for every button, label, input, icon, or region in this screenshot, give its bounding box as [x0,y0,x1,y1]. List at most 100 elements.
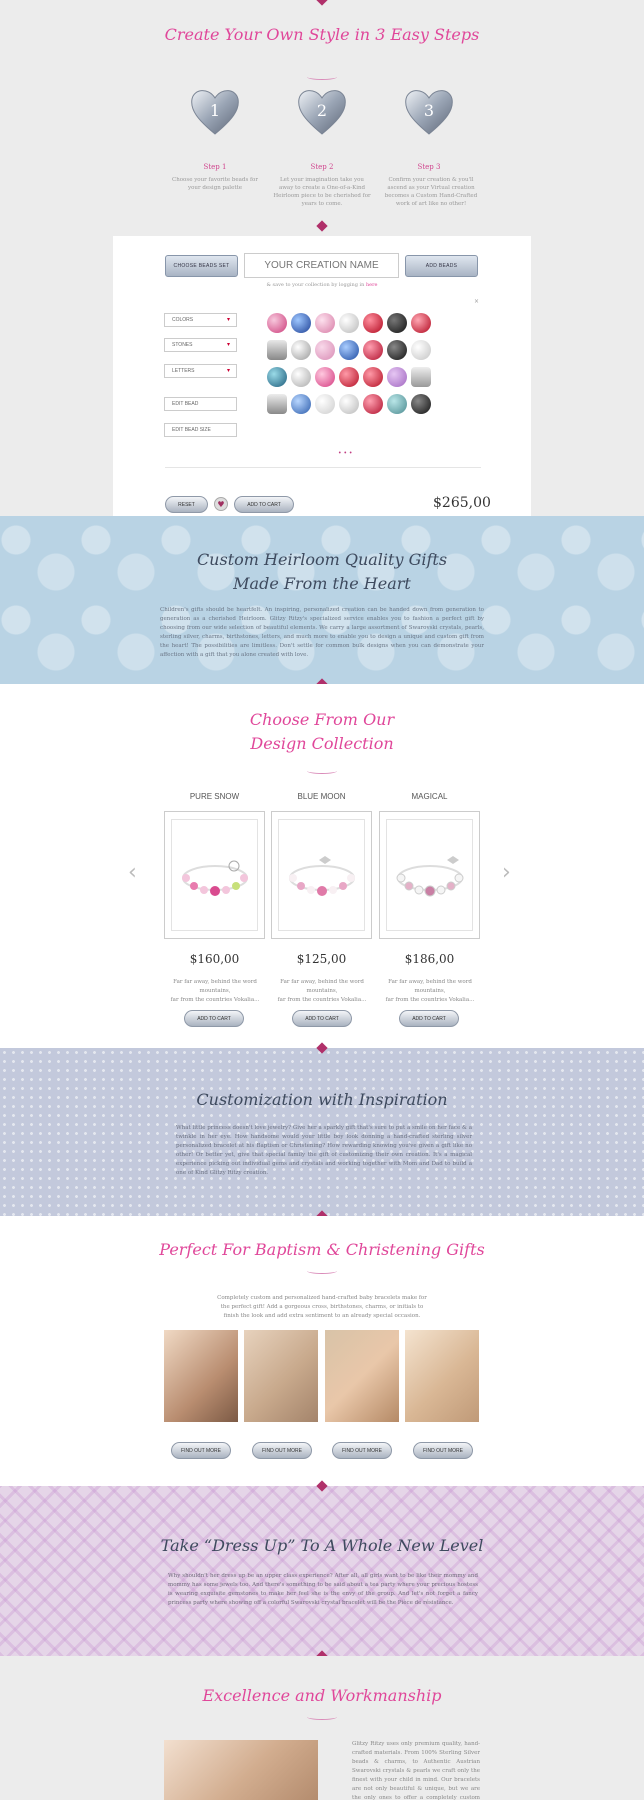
bead-item[interactable] [363,340,383,360]
collection-swirl [307,768,337,774]
bead-item[interactable] [411,367,431,387]
bead-item[interactable] [315,340,335,360]
bead-item[interactable] [339,367,359,387]
baptism-section: Perfect For Baptism & Christening Gifts … [0,1216,644,1486]
heirloom-body: Children's gifts should be heartfelt. An… [160,607,484,658]
palette-pager-dots[interactable]: • • • [338,450,352,457]
step-1-text: Choose your favorite beads for your desi… [172,177,258,191]
heirloom-section: Custom Heirloom Quality Gifts Made From … [0,516,644,690]
carousel-next-arrow-icon[interactable]: › [502,860,511,885]
bracelet-image [278,819,365,931]
letters-select[interactable]: LETTERS ▾ [164,364,237,378]
baby-photo-3 [325,1330,399,1422]
bead-item[interactable] [387,394,407,414]
edit-bead-label: EDIT BEAD [172,401,199,407]
product-desc-line: Far far away, behind the word mountains, [280,979,364,994]
chevron-down-icon: ▾ [226,342,230,348]
steps-title: Create Your Own Style in 3 Easy Steps [164,25,480,44]
find-out-more-button-3[interactable]: FIND OUT MORE [332,1442,392,1459]
bead-item[interactable] [339,394,359,414]
bead-item[interactable] [267,367,287,387]
inspiration-body: What little princess doesn't love jewelr… [176,1125,472,1176]
heart-favorite-icon[interactable]: ♥ [214,497,228,511]
find-out-more-button-2[interactable]: FIND OUT MORE [252,1442,312,1459]
login-note-text: & save to your collection by logging in [266,282,365,288]
product-card-1[interactable] [164,811,265,939]
bead-item[interactable] [339,340,359,360]
bead-item[interactable] [411,340,431,360]
bead-item[interactable] [339,313,359,333]
carousel-prev-arrow-icon[interactable]: ‹ [128,860,137,885]
step-3-title: Step 3 [417,163,441,171]
bead-item[interactable] [363,313,383,333]
heirloom-title-line1: Custom Heirloom Quality Gifts [196,550,448,569]
collection-title-line1: Choose From Our [249,710,395,729]
bead-item[interactable] [291,313,311,333]
bead-item[interactable] [363,367,383,387]
product-card-2[interactable] [271,811,372,939]
dressup-section: Take “Dress Up” To A Whole New Level Why… [0,1480,644,1662]
login-link[interactable]: here [366,282,378,288]
close-dot-icon[interactable]: × [474,298,479,305]
edit-bead-size-field[interactable]: EDIT BEAD SIZE [164,423,237,437]
product-price-2: $125,00 [296,952,347,966]
bead-item[interactable] [267,394,287,414]
step-3-heart-icon: 3 [402,84,456,135]
add-to-cart-button-2[interactable]: ADD TO CART [292,1010,352,1027]
workmanship-body: Glitzy Ritzy uses only premium quality, … [352,1741,480,1800]
bead-item[interactable] [267,313,287,333]
bead-item[interactable] [315,313,335,333]
product-price-3: $186,00 [404,952,455,966]
bead-item[interactable] [315,394,335,414]
bead-item[interactable] [387,367,407,387]
bead-item[interactable] [411,313,431,333]
colors-select[interactable]: COLORS ▾ [164,313,237,327]
add-beads-button[interactable]: ADD BEADS [405,255,478,277]
step-1-title: Step 1 [203,163,227,171]
creation-name-input[interactable] [244,253,399,278]
builder-add-to-cart-button[interactable]: ADD TO CART [234,496,294,513]
bead-item[interactable] [291,340,311,360]
bead-palette-grid [267,313,457,443]
find-out-more-button-4[interactable]: FIND OUT MORE [413,1442,473,1459]
product-card-3[interactable] [379,811,480,939]
svg-text:3: 3 [424,101,434,120]
product-desc-line: Far far away, behind the word mountains, [388,979,472,994]
bead-item[interactable] [411,394,431,414]
workmanship-title: Excellence and Workmanship [202,1686,442,1705]
choose-beads-set-button[interactable]: CHOOSE BEADS SET [165,255,238,277]
product-name-2: BLUE MOON [297,792,346,801]
bead-item[interactable] [291,394,311,414]
stones-select[interactable]: STONES ▾ [164,338,237,352]
steps-diamond [316,220,328,232]
reset-button[interactable]: RESET [165,496,208,513]
letters-select-label: LETTERS [172,368,195,374]
bead-item[interactable] [387,340,407,360]
product-desc-line: far from the countries Vokalia... [385,997,475,1003]
product-name-1: PURE SNOW [189,792,240,801]
baby-photo-1 [164,1330,238,1422]
edit-bead-field[interactable]: EDIT BEAD [164,397,237,411]
step-1-heart-icon: 1 [188,84,242,135]
find-out-more-button-1[interactable]: FIND OUT MORE [171,1442,231,1459]
bead-item[interactable] [363,394,383,414]
bead-item[interactable] [267,340,287,360]
bracelet-image [171,819,258,931]
builder-divider [165,467,481,468]
add-to-cart-button-1[interactable]: ADD TO CART [184,1010,244,1027]
chevron-down-icon: ▾ [226,368,230,374]
step-2-heart-icon: 2 [295,84,349,135]
add-to-cart-button-3[interactable]: ADD TO CART [399,1010,459,1027]
baby-photo-4 [405,1330,479,1422]
product-desc-1: Far far away, behind the word mountains,… [160,978,270,1005]
bead-item[interactable] [387,313,407,333]
workmanship-section: Excellence and Workmanship Glitzy Ritzy … [0,1656,644,1800]
edit-bead-size-label: EDIT BEAD SIZE [172,427,211,433]
stones-select-label: STONES [172,342,193,348]
bead-item[interactable] [315,367,335,387]
bracelet-image [386,819,473,931]
top-diamond [316,0,328,6]
bead-item[interactable] [291,367,311,387]
step-3-text: Confirm your creation & you'll ascend as… [384,177,478,207]
step-2-title: Step 2 [310,163,334,171]
